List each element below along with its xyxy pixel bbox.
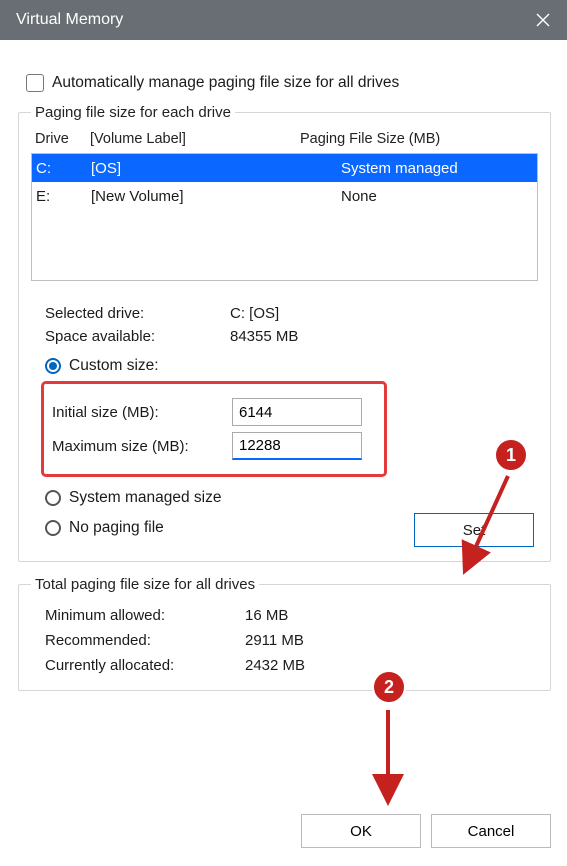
drive-volume: [OS] bbox=[91, 160, 341, 177]
cancel-button[interactable]: Cancel bbox=[431, 814, 551, 848]
space-available-value: 84355 MB bbox=[230, 328, 298, 345]
no-paging-radio[interactable] bbox=[45, 520, 61, 536]
close-icon bbox=[536, 13, 550, 27]
drive-paging: System managed bbox=[341, 160, 533, 177]
totals-legend: Total paging file size for all drives bbox=[31, 576, 259, 593]
drive-paging: None bbox=[341, 188, 533, 205]
drive-letter: C: bbox=[36, 160, 91, 177]
selected-drive-value: C: [OS] bbox=[230, 305, 279, 322]
drive-row[interactable]: E: [New Volume] None bbox=[32, 182, 537, 210]
recommended-value: 2911 MB bbox=[245, 632, 304, 649]
header-volume: [Volume Label] bbox=[90, 131, 300, 147]
minimum-label: Minimum allowed: bbox=[45, 607, 245, 624]
recommended-label: Recommended: bbox=[45, 632, 245, 649]
set-button[interactable]: Set bbox=[414, 513, 534, 547]
per-drive-legend: Paging file size for each drive bbox=[31, 104, 235, 121]
maximum-size-input[interactable] bbox=[232, 432, 362, 460]
annotation-badge-2: 2 bbox=[372, 670, 406, 704]
space-available-label: Space available: bbox=[45, 328, 230, 345]
system-managed-label: System managed size bbox=[69, 489, 222, 507]
initial-size-input[interactable] bbox=[232, 398, 362, 426]
drive-list-header: Drive [Volume Label] Paging File Size (M… bbox=[31, 127, 538, 153]
ok-button[interactable]: OK bbox=[301, 814, 421, 848]
drive-volume: [New Volume] bbox=[91, 188, 341, 205]
auto-manage-label: Automatically manage paging file size fo… bbox=[52, 74, 399, 92]
drive-list[interactable]: C: [OS] System managed E: [New Volume] N… bbox=[31, 153, 538, 281]
title-bar: Virtual Memory bbox=[0, 0, 567, 40]
auto-manage-checkbox[interactable] bbox=[26, 74, 44, 92]
per-drive-group: Paging file size for each drive Drive [V… bbox=[18, 104, 551, 562]
window-title: Virtual Memory bbox=[16, 11, 123, 29]
drive-row[interactable]: C: [OS] System managed bbox=[32, 154, 537, 182]
header-drive: Drive bbox=[35, 131, 90, 147]
selected-drive-label: Selected drive: bbox=[45, 305, 230, 322]
custom-size-radio[interactable] bbox=[45, 358, 61, 374]
close-button[interactable] bbox=[519, 0, 567, 40]
system-managed-radio[interactable] bbox=[45, 490, 61, 506]
totals-group: Total paging file size for all drives Mi… bbox=[18, 576, 551, 691]
annotation-arrow-2 bbox=[370, 706, 410, 806]
allocated-value: 2432 MB bbox=[245, 657, 305, 674]
annotation-highlight: Initial size (MB): Maximum size (MB): bbox=[41, 381, 387, 477]
initial-size-label: Initial size (MB): bbox=[52, 404, 222, 421]
custom-size-label: Custom size: bbox=[69, 357, 159, 375]
header-paging-size: Paging File Size (MB) bbox=[300, 131, 534, 147]
allocated-label: Currently allocated: bbox=[45, 657, 245, 674]
maximum-size-label: Maximum size (MB): bbox=[52, 438, 222, 455]
no-paging-label: No paging file bbox=[69, 519, 164, 537]
minimum-value: 16 MB bbox=[245, 607, 288, 624]
annotation-badge-1: 1 bbox=[494, 438, 528, 472]
drive-letter: E: bbox=[36, 188, 91, 205]
